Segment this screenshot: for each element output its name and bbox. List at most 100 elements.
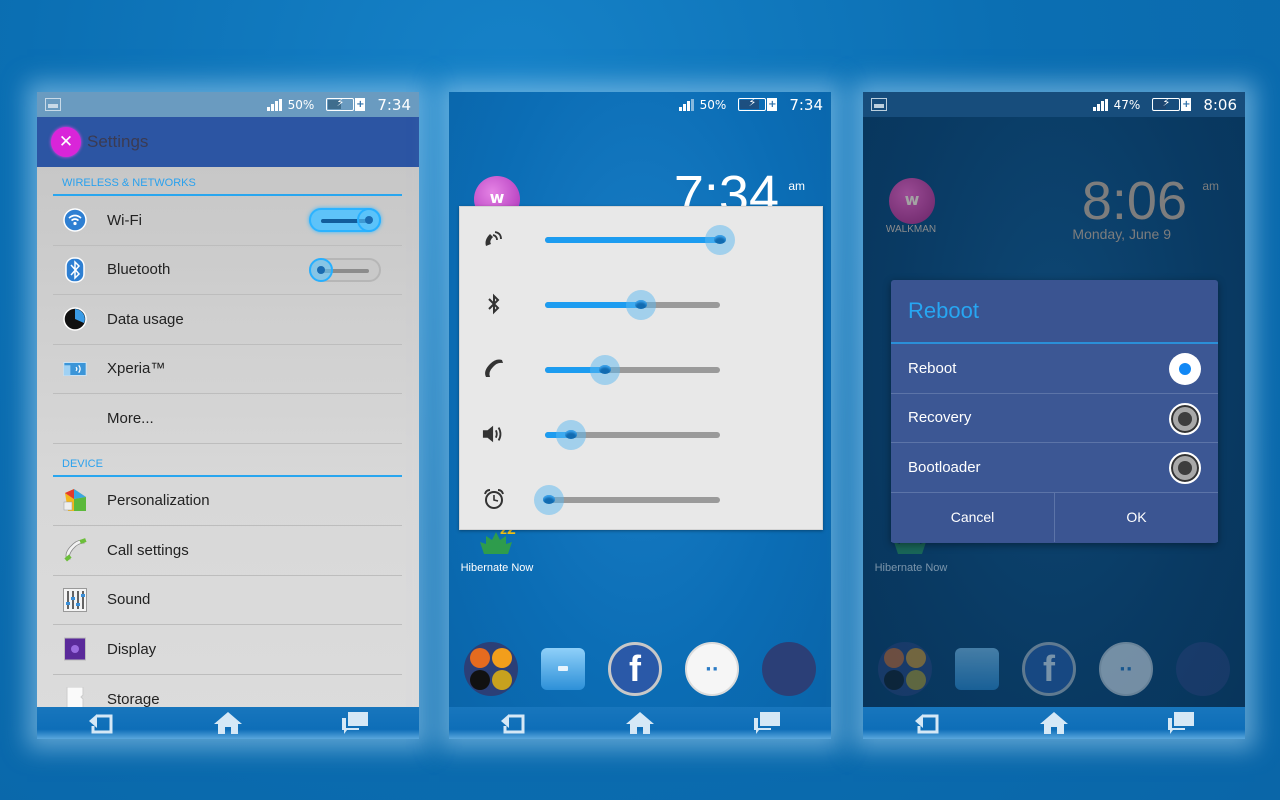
volume-slider-call[interactable] <box>545 355 720 385</box>
hibernate-now-app[interactable]: zZ Hibernate Now <box>455 523 539 574</box>
setting-sound[interactable]: Sound <box>53 576 402 625</box>
xperia-connectivity-icon <box>62 356 88 382</box>
settings-header: ✕ Settings <box>37 117 419 167</box>
home-button[interactable] <box>208 709 248 737</box>
navigation-bar <box>449 707 831 739</box>
volume-thumb[interactable] <box>533 485 564 515</box>
option-bootloader[interactable]: Bootloader <box>891 443 1218 493</box>
cancel-button[interactable]: Cancel <box>891 492 1054 542</box>
messaging-icon: ·· <box>1098 642 1153 696</box>
dock-app-folder[interactable] <box>464 642 519 696</box>
signal-icon <box>1092 98 1108 111</box>
player-icon <box>470 670 491 690</box>
battery-charging-icon: ⚡ + <box>1152 96 1192 111</box>
status-time: 7:34 <box>377 95 411 114</box>
wifi-toggle[interactable] <box>309 208 381 233</box>
equalizer-icon <box>62 587 88 613</box>
app-label: WALKMAN <box>885 224 937 235</box>
radio-bootloader[interactable] <box>1169 452 1201 484</box>
navigation-bar <box>863 707 1245 739</box>
status-bar: 50% ⚡ + 7:34 <box>449 92 831 117</box>
setting-data-usage[interactable]: Data usage <box>53 295 402 345</box>
volume-slider-alarm[interactable] <box>533 485 720 515</box>
messaging-icon[interactable]: ·· <box>684 642 739 696</box>
reboot-dialog: Reboot Reboot Recovery Bootloader Cancel… <box>891 280 1218 543</box>
volume-thumb[interactable] <box>556 420 587 450</box>
phone-handset-icon <box>62 537 88 563</box>
status-bar: 50% ⚡ + 7:34 <box>37 92 419 117</box>
setting-label: Sound <box>107 591 151 609</box>
signal-percent: 50% <box>699 97 727 112</box>
volume-row-ringtone <box>460 219 822 259</box>
navigation-bar <box>37 707 419 739</box>
file-manager-icon <box>955 648 1000 690</box>
facebook-icon: f <box>1021 642 1076 696</box>
back-button[interactable] <box>493 709 533 737</box>
gallery-icon <box>906 648 927 668</box>
facebook-icon[interactable]: f <box>607 642 662 696</box>
data-usage-icon <box>62 306 88 332</box>
personalization-icon <box>62 488 88 514</box>
setting-label: Display <box>107 640 157 658</box>
setting-display[interactable]: Display <box>53 625 402 675</box>
status-time: 7:34 <box>789 95 823 114</box>
file-manager-icon[interactable] <box>541 648 586 690</box>
volume-slider-media[interactable] <box>545 420 720 450</box>
section-header-wireless: WIRELESS & NETWORKS <box>53 167 402 196</box>
reboot-dialog-screen: 47% ⚡ + 8:06 w WALKMAN 8:06 am Monday, Ju… <box>863 92 1245 739</box>
app-label: Hibernate Now <box>460 562 534 574</box>
settings-screen: 50% ⚡ + 7:34 ✕ Settings WIRELESS & NETWOR… <box>37 92 419 739</box>
volume-row-media <box>460 414 822 454</box>
option-recovery[interactable]: Recovery <box>891 393 1218 443</box>
back-button[interactable] <box>81 709 121 737</box>
radio-reboot[interactable] <box>1169 353 1201 385</box>
player-icon <box>884 670 905 690</box>
setting-wifi[interactable]: Wi-Fi <box>53 196 402 246</box>
clock-widget-time: 8:06 <box>1081 171 1187 231</box>
setting-call[interactable]: Call settings <box>53 526 402 576</box>
back-icon <box>500 714 525 734</box>
dock-games-folder <box>1175 642 1230 696</box>
dock-app-folder <box>878 642 933 696</box>
radio-recovery[interactable] <box>1169 402 1201 435</box>
recent-apps-button[interactable] <box>335 709 375 737</box>
page-title: Settings <box>87 132 149 151</box>
home-icon <box>625 712 654 734</box>
bluetooth-icon <box>62 257 88 283</box>
volume-row-call <box>460 349 822 389</box>
firefox-icon <box>470 648 491 668</box>
recent-apps-button[interactable] <box>1161 709 1201 737</box>
setting-bluetooth[interactable]: Bluetooth <box>53 246 402 295</box>
back-button[interactable] <box>907 709 947 737</box>
volume-thumb[interactable] <box>705 225 735 255</box>
back-icon <box>914 714 939 734</box>
volume-thumb[interactable] <box>589 355 620 385</box>
setting-personalization[interactable]: Personalization <box>53 477 402 526</box>
app-label: Hibernate Now <box>874 562 948 574</box>
dock-games-folder[interactable] <box>761 642 816 696</box>
volume-row-bluetooth <box>460 284 822 324</box>
volume-fill <box>545 237 720 243</box>
option-reboot[interactable]: Reboot <box>891 344 1218 394</box>
setting-label: Data usage <box>107 310 184 328</box>
volume-slider-ringtone[interactable] <box>545 225 735 255</box>
phone-handset-icon <box>482 357 506 381</box>
volume-thumb[interactable] <box>626 290 657 320</box>
recent-apps-button[interactable] <box>747 709 787 737</box>
ok-button[interactable]: OK <box>1054 492 1218 542</box>
setting-label: Personalization <box>107 492 210 510</box>
volume-slider-bluetooth[interactable] <box>545 290 720 320</box>
home-button[interactable] <box>620 709 660 737</box>
bluetooth-toggle[interactable] <box>309 257 381 282</box>
home-icon <box>213 712 242 734</box>
firefox-icon <box>884 648 905 668</box>
home-button[interactable] <box>1034 709 1074 737</box>
tools-icon[interactable]: ✕ <box>51 127 81 157</box>
signal-icon <box>678 98 694 111</box>
setting-more[interactable]: More... <box>53 394 402 444</box>
setting-xperia[interactable]: Xperia™ <box>53 345 402 394</box>
image-notification-icon <box>871 98 887 111</box>
settings-list: WIRELESS & NETWORKS Wi-Fi Bluetooth Data… <box>53 167 402 724</box>
clock-widget-ampm: am <box>1202 179 1219 193</box>
display-icon <box>62 636 88 662</box>
